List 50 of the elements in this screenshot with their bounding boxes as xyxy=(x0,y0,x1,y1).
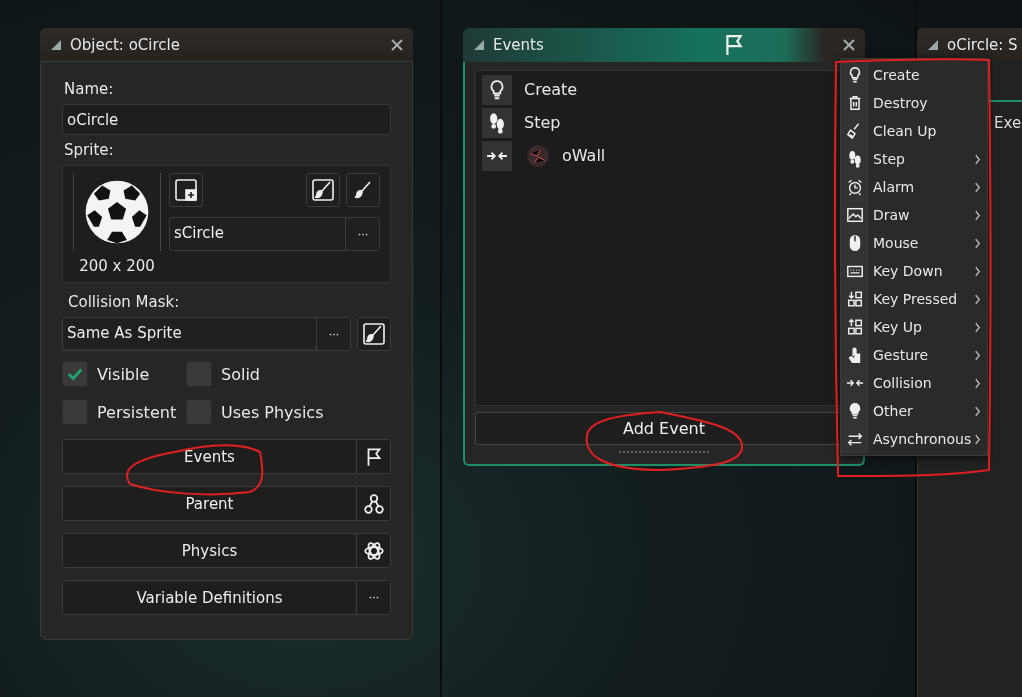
menu-item[interactable]: Alarm xyxy=(841,173,987,201)
collision-mask-field[interactable]: Same As Sprite xyxy=(63,318,316,348)
panel-icon-button[interactable] xyxy=(356,487,390,520)
checkbox-label: Uses Physics xyxy=(221,402,324,422)
key-up-icon xyxy=(846,318,864,336)
checkbox[interactable] xyxy=(62,361,88,387)
menu-item[interactable]: Draw xyxy=(841,201,987,229)
checkbox-label: Solid xyxy=(221,364,260,384)
footprints-icon xyxy=(846,150,864,168)
new-sprite-button[interactable] xyxy=(169,173,203,207)
paintbrush-icon xyxy=(362,322,386,346)
edit-mask-button[interactable] xyxy=(357,317,391,351)
soccer-ball-drawing xyxy=(84,179,150,245)
window-title: Object: oCircle xyxy=(70,35,180,54)
panel-icon-button[interactable] xyxy=(356,440,390,473)
window-title: Events xyxy=(493,36,544,54)
field-label: Sprite: xyxy=(64,141,115,159)
window-corner-icon xyxy=(927,39,939,51)
window-corner-icon xyxy=(50,38,62,51)
flag-icon xyxy=(723,34,745,56)
menu-item[interactable]: Key Down xyxy=(841,257,987,285)
object-sprite-thumbnail xyxy=(526,143,550,168)
menu-item[interactable]: Collision xyxy=(841,369,987,397)
swap-arrows-icon xyxy=(846,430,864,448)
menu-item[interactable]: Mouse xyxy=(841,229,987,257)
sprite-size-text: 200 x 200 xyxy=(79,257,155,275)
edit-sprite-button[interactable] xyxy=(306,173,340,207)
name-field[interactable]: oCircle xyxy=(62,104,391,135)
field-label: Name: xyxy=(64,80,115,98)
code-text: Exe xyxy=(994,114,1022,132)
edit-image-button[interactable] xyxy=(346,173,380,207)
checkbox-label: Visible xyxy=(97,364,150,384)
alarm-clock-icon xyxy=(846,178,864,196)
close-icon[interactable] xyxy=(843,39,855,51)
picture-icon xyxy=(846,206,864,224)
add-sprite-icon xyxy=(174,178,198,202)
menu-item[interactable]: Key Pressed xyxy=(841,285,987,313)
atom-icon xyxy=(362,539,385,562)
window-corner-icon xyxy=(473,39,485,51)
menu-item[interactable]: Key Up xyxy=(841,313,987,341)
key-pressed-icon xyxy=(846,290,864,308)
menu-item[interactable]: Gesture xyxy=(841,341,987,369)
panel-icon-button[interactable] xyxy=(356,534,390,567)
close-icon[interactable] xyxy=(391,38,403,51)
paintbrush-icon xyxy=(311,178,335,202)
checkbox-label: Persistent xyxy=(97,402,177,422)
field-label: Collision Mask: xyxy=(68,293,181,311)
hierarchy-icon xyxy=(362,492,385,515)
window-title: oCircle: S xyxy=(947,36,1018,54)
resize-grip[interactable] xyxy=(619,451,709,456)
